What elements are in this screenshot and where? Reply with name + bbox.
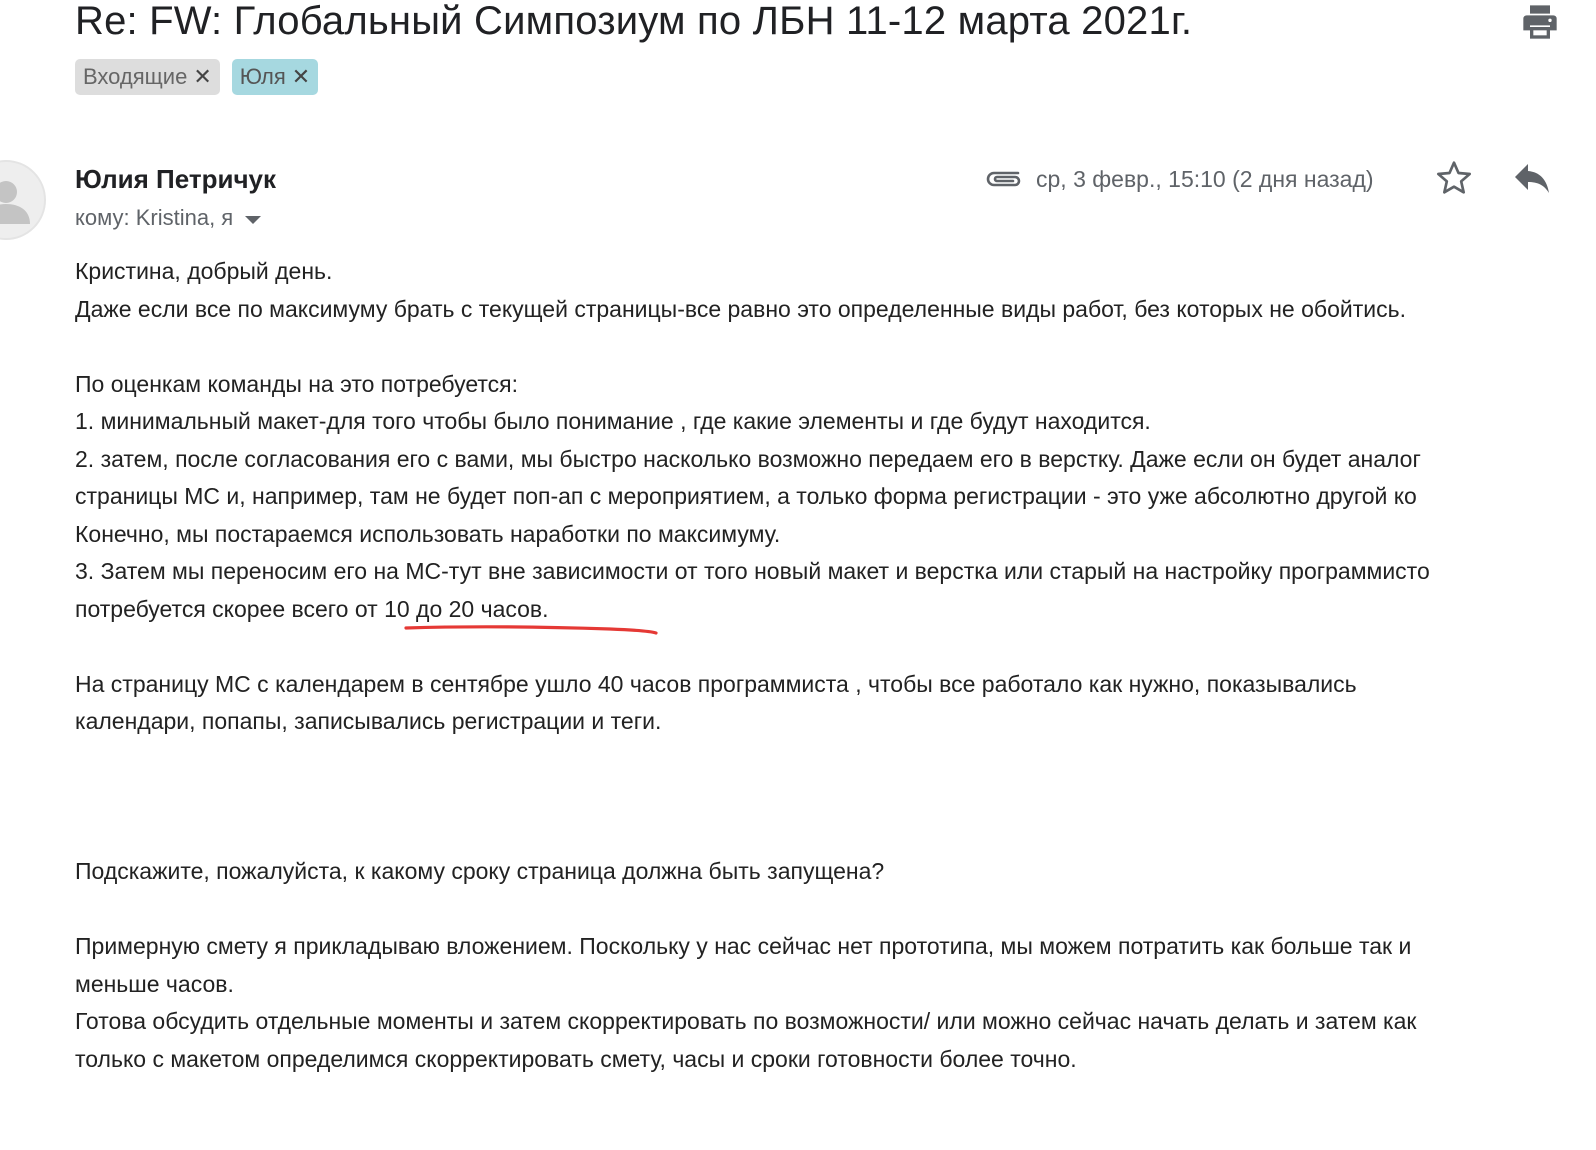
label-chip-inbox[interactable]: Входящие ✕ [75,59,220,95]
body-line: 1. минимальный макет-для того чтобы было… [75,408,1151,434]
body-line: Конечно, мы постараемся использовать нар… [75,520,781,547]
body-line [75,628,1596,666]
body-line: Кристина, добрый день. [75,258,333,284]
label-name: Юля [239,64,286,89]
body-line [75,778,1596,816]
body-line: Даже если все по максимуму брать с текущ… [75,295,1406,322]
body-line: Примерную смету я прикладываю вложением.… [75,933,1412,959]
close-icon[interactable]: ✕ [193,59,211,95]
red-underline-annotation [404,625,658,635]
reply-icon[interactable] [1512,160,1552,196]
print-icon[interactable] [1520,2,1560,42]
body-line: потребуется скорее всего от 10 до 20 час… [75,595,549,622]
email-subject: Re: FW: Глобальный Симпозиум по ЛБН 11-1… [75,0,1193,43]
body-line [75,328,1596,366]
body-line: Готова обсудить отдельные моменты и зате… [75,1008,1417,1034]
chevron-down-icon[interactable] [245,216,262,224]
body-line: меньше часов. [75,970,234,997]
body-line: На страницу МС с календарем в сентябре у… [75,670,1357,697]
avatar-icon [0,160,46,240]
recipients-text: кому: Kristina, я [75,205,234,230]
email-date: ср, 3 февр., 15:10 (2 дня назад) [1036,166,1374,192]
sender-name: Юлия Петричук [75,164,277,194]
body-line: 2. затем, после согласования его с вами,… [75,445,1421,472]
close-icon[interactable]: ✕ [292,59,310,95]
body-line: 3. Затем мы переносим его на МС-тут вне … [75,558,1430,584]
body-line [75,816,1596,854]
star-icon[interactable] [1434,158,1474,198]
body-line: только с макетом определимся скорректиро… [75,1045,1077,1072]
body-line [75,741,1596,779]
body-line: календари, попапы, записывались регистра… [75,708,662,734]
label-chip-user[interactable]: Юля ✕ [231,59,319,95]
label-list: Входящие ✕ Юля ✕ [75,59,319,95]
paperclip-icon [986,171,1021,187]
body-line: Подскажите, пожалуйста, к какому сроку с… [75,858,885,884]
label-name: Входящие [83,64,188,89]
email-body: Кристина, добрый день. Даже если все по … [75,253,1596,1078]
body-line: страницы МС и, например, там не будет по… [75,483,1417,509]
email-view: Re: FW: Глобальный Симпозиум по ЛБН 11-1… [0,0,1596,1150]
body-line [75,891,1596,929]
recipients-toggle[interactable]: кому: Kristina, я [75,203,262,233]
body-line: По оценкам команды на это потребуется: [75,370,518,397]
